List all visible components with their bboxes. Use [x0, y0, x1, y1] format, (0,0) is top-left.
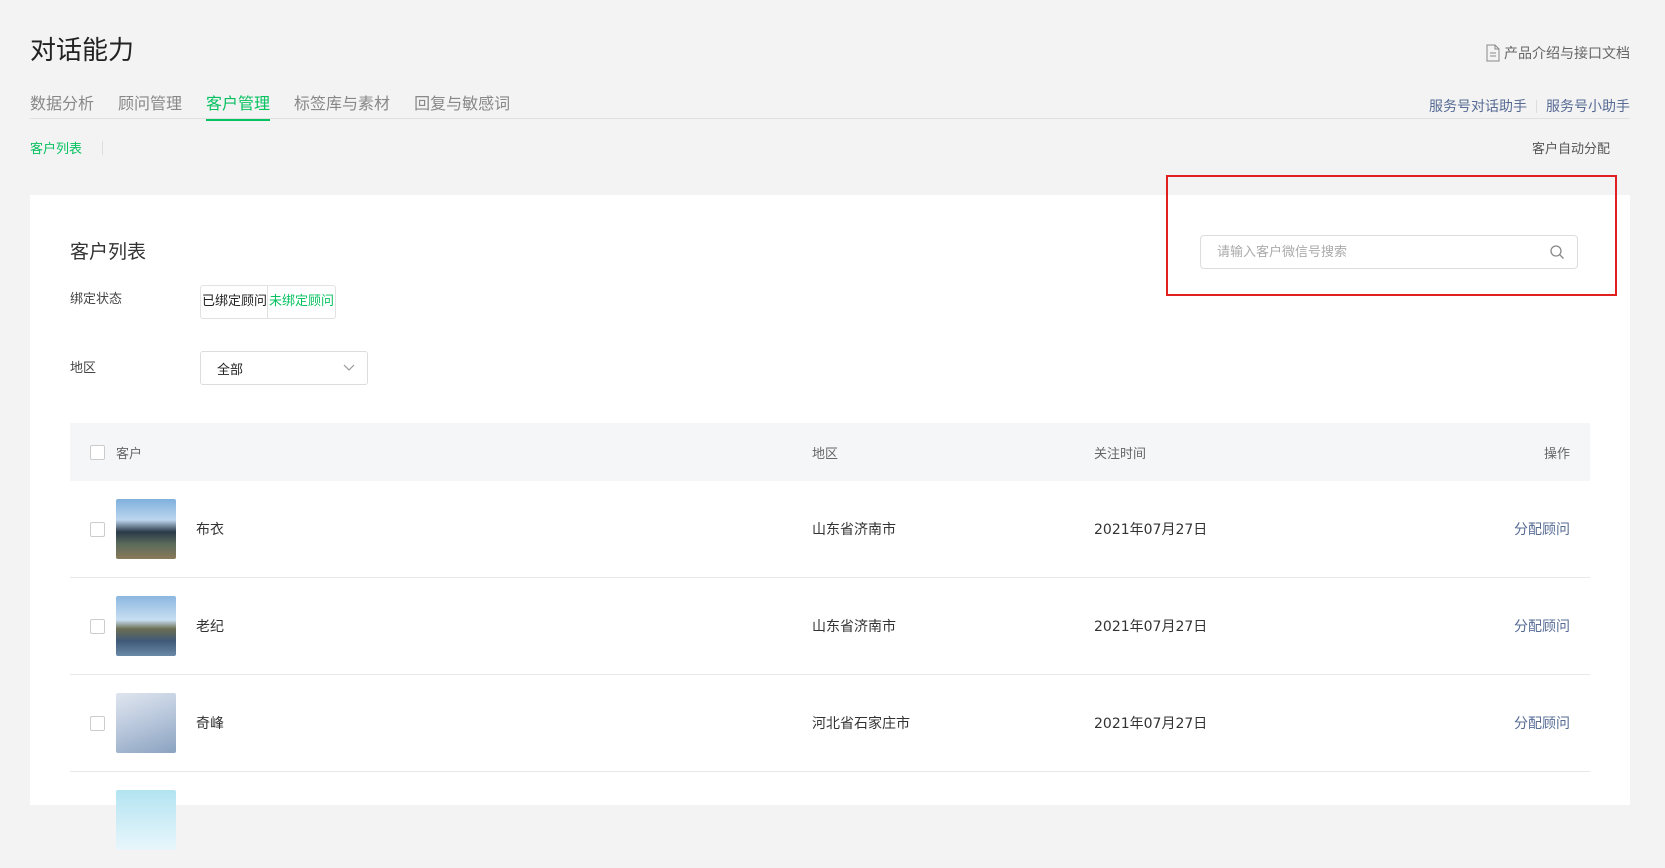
tab-customer-management[interactable]: 客户管理 — [206, 90, 271, 121]
chevron-down-icon — [343, 364, 355, 371]
customer-name: 老纪 — [196, 619, 224, 635]
table-row: 布衣 山东省济南市 2021年07月27日 分配顾问 — [70, 481, 1590, 578]
avatar — [116, 790, 176, 850]
tab-tags-materials[interactable]: 标签库与素材 — [294, 90, 390, 121]
customer-table: 客户 地区 关注时间 操作 布衣 山东省济南市 2021年07月27日 分配顾问… — [70, 423, 1590, 868]
select-all-checkbox[interactable] — [90, 444, 105, 460]
link-separator — [1536, 99, 1537, 113]
subnav-customer-list[interactable]: 客户列表 — [30, 138, 82, 157]
header-action: 操作 — [1543, 446, 1570, 462]
customer-region: 山东省济南市 — [812, 619, 896, 635]
document-icon — [1486, 44, 1500, 62]
link-service-mini-assistant[interactable]: 服务号小助手 — [1546, 96, 1630, 116]
table-row: 老纪 山东省济南市 2021年07月27日 分配顾问 — [70, 578, 1590, 675]
main-tabs: 数据分析 顾问管理 客户管理 标签库与素材 回复与敏感词 — [30, 90, 510, 121]
row-checkbox[interactable] — [90, 715, 105, 731]
header-customer: 客户 — [116, 446, 143, 462]
assign-advisor-button[interactable]: 分配顾问 — [1514, 713, 1570, 733]
customer-name: 奇峰 — [196, 716, 224, 732]
subnav-separator — [102, 140, 104, 155]
search-highlight-box — [1166, 175, 1617, 296]
tab-divider — [30, 118, 1630, 119]
page-title: 对话能力 — [30, 36, 135, 66]
customer-region: 河北省石家庄市 — [812, 716, 910, 732]
header-follow-time: 关注时间 — [1094, 446, 1147, 462]
row-checkbox[interactable] — [90, 618, 105, 634]
tab-data-analysis[interactable]: 数据分析 — [30, 90, 94, 121]
right-links: 服务号对话助手 服务号小助手 — [1429, 96, 1630, 116]
tab-advisor-management[interactable]: 顾问管理 — [118, 90, 182, 121]
region-select-value: 全部 — [217, 362, 244, 378]
customer-region: 山东省济南市 — [812, 522, 896, 538]
tab-replies-sensitive-words[interactable]: 回复与敏感词 — [414, 90, 510, 121]
card-title: 客户列表 — [70, 241, 147, 263]
doc-link-label: 产品介绍与接口文档 — [1504, 46, 1630, 62]
doc-link[interactable]: 产品介绍与接口文档 — [1486, 43, 1630, 63]
table-row: 奇峰 河北省石家庄市 2021年07月27日 分配顾问 — [70, 675, 1590, 772]
table-header: 客户 地区 关注时间 操作 — [70, 423, 1590, 481]
subnav: 客户列表 — [30, 138, 104, 157]
avatar — [116, 499, 176, 559]
option-bound[interactable]: 已绑定顾问 — [201, 286, 269, 318]
auto-assign-link[interactable]: 客户自动分配 — [1532, 138, 1610, 157]
row-checkbox[interactable] — [90, 521, 105, 537]
region-label: 地区 — [70, 361, 97, 376]
avatar — [116, 596, 176, 656]
customer-name: 布衣 — [196, 522, 224, 538]
follow-time: 2021年07月27日 — [1094, 619, 1208, 635]
table-row — [70, 772, 1590, 868]
bind-status-label: 绑定状态 — [70, 292, 123, 307]
region-select[interactable]: 全部 — [200, 351, 368, 385]
follow-time: 2021年07月27日 — [1094, 716, 1208, 732]
link-service-chat-assistant[interactable]: 服务号对话助手 — [1429, 96, 1527, 116]
bind-status-segment: 已绑定顾问 未绑定顾问 — [200, 285, 337, 319]
avatar — [116, 693, 176, 753]
option-unbound[interactable]: 未绑定顾问 — [268, 286, 335, 318]
assign-advisor-button[interactable]: 分配顾问 — [1514, 519, 1570, 539]
follow-time: 2021年07月27日 — [1094, 522, 1208, 538]
header-region: 地区 — [812, 446, 839, 462]
assign-advisor-button[interactable]: 分配顾问 — [1514, 616, 1570, 636]
